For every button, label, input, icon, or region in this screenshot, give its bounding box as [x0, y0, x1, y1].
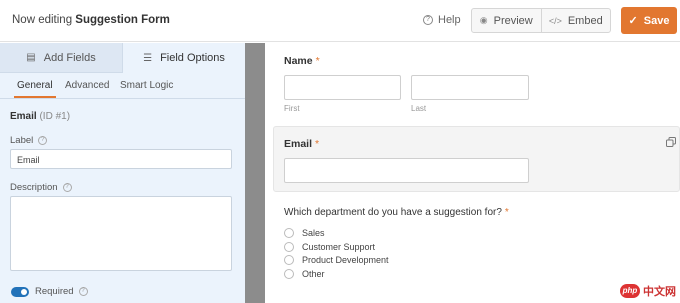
label-input[interactable]: Email — [10, 149, 232, 169]
options-subtabs: General Advanced Smart Logic — [0, 73, 245, 99]
tab-field-options-label: Field Options — [160, 52, 225, 64]
editing-title: Now editing Suggestion Form — [12, 14, 170, 26]
required-mark: * — [504, 207, 509, 218]
description-textarea[interactable] — [10, 196, 232, 271]
field-title: Email (ID #1) — [10, 111, 70, 122]
sliders-icon: ☰ — [143, 52, 153, 64]
watermark-text: 中文网 — [643, 286, 676, 298]
label-caption-text: Label — [10, 135, 34, 146]
duplicate-icon[interactable] — [666, 137, 676, 147]
list-icon: ▤ — [26, 52, 36, 63]
panel-divider — [245, 43, 265, 303]
help-icon: ? — [423, 15, 433, 25]
description-caption: Description ? — [10, 182, 72, 193]
radio-button[interactable] — [284, 242, 294, 252]
department-question-text: Which department do you have a suggestio… — [284, 207, 502, 218]
first-sublabel: First — [284, 104, 300, 113]
code-icon: </> — [548, 15, 562, 26]
sidebar-tabs: ▤ Add Fields ☰ Field Options — [0, 43, 245, 73]
last-name-input[interactable] — [411, 75, 529, 100]
choice-product-development[interactable]: Product Development — [284, 255, 389, 265]
field-sidebar: ▤ Add Fields ☰ Field Options General Adv… — [0, 43, 245, 303]
subtab-general[interactable]: General — [14, 80, 56, 98]
required-label: Required ? — [35, 286, 88, 297]
name-label-text: Name — [284, 55, 313, 67]
save-button[interactable]: ✓ Save — [621, 7, 677, 34]
subtab-smart-logic[interactable]: Smart Logic — [120, 80, 173, 91]
first-name-input[interactable] — [284, 75, 401, 100]
tab-field-options[interactable]: ☰ Field Options — [122, 43, 245, 73]
embed-label: Embed — [567, 14, 603, 27]
eye-icon: ◉ — [479, 15, 488, 25]
description-caption-text: Description — [10, 182, 58, 193]
subtab-advanced[interactable]: Advanced — [65, 80, 109, 91]
top-bar: Now editing Suggestion Form ? Help ◉ Pre… — [0, 0, 680, 42]
help-icon[interactable]: ? — [78, 287, 88, 296]
required-mark: * — [315, 55, 320, 67]
choice-other[interactable]: Other — [284, 269, 325, 279]
radio-button[interactable] — [284, 255, 294, 265]
tab-add-fields-label: Add Fields — [43, 51, 96, 64]
department-question: Which department do you have a suggestio… — [284, 207, 509, 218]
watermark: php 中文网 — [620, 283, 676, 299]
choice-label: Product Development — [302, 255, 389, 265]
tab-add-fields[interactable]: ▤ Add Fields — [0, 43, 122, 73]
email-input[interactable] — [284, 158, 529, 183]
field-name: Email — [10, 111, 37, 122]
save-label: Save — [643, 14, 670, 27]
required-mark: * — [315, 138, 320, 150]
radio-button[interactable] — [284, 269, 294, 279]
choice-customer-support[interactable]: Customer Support — [284, 242, 375, 252]
field-id: (ID #1) — [39, 111, 71, 122]
choice-label: Sales — [302, 228, 325, 238]
required-toggle[interactable] — [11, 287, 29, 297]
check-icon: ✓ — [628, 15, 638, 27]
preview-button[interactable]: ◉ Preview — [472, 9, 541, 32]
editing-prefix: Now editing — [12, 14, 73, 26]
php-logo: php — [620, 284, 640, 298]
label-caption: Label ? — [10, 135, 48, 146]
help-icon[interactable]: ? — [38, 136, 48, 145]
preview-label: Preview — [493, 14, 533, 27]
preview-embed-group: ◉ Preview </> Embed — [471, 8, 611, 33]
last-sublabel: Last — [411, 104, 427, 113]
name-field-label: Name * — [284, 55, 320, 67]
choice-sales[interactable]: Sales — [284, 228, 325, 238]
help-button[interactable]: ? Help — [423, 14, 461, 26]
required-label-text: Required — [35, 286, 74, 297]
embed-button[interactable]: </> Embed — [540, 9, 611, 32]
choice-label: Other — [302, 269, 325, 279]
email-field-label: Email * — [284, 138, 319, 150]
email-label-text: Email — [284, 138, 313, 150]
radio-button[interactable] — [284, 228, 294, 238]
help-label: Help — [438, 14, 461, 26]
form-name: Suggestion Form — [75, 14, 170, 26]
choice-label: Customer Support — [302, 242, 376, 252]
help-icon[interactable]: ? — [62, 183, 72, 192]
